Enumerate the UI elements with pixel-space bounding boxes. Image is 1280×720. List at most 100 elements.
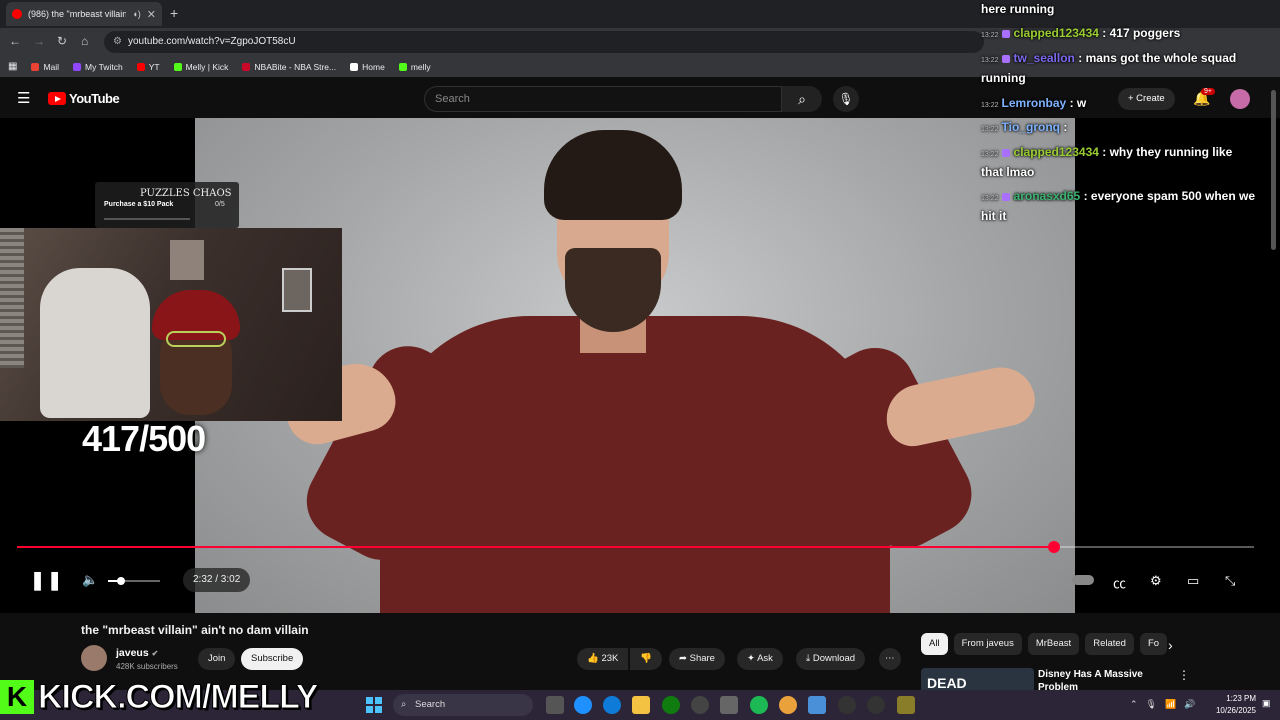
pause-button[interactable]: ❚❚ (30, 570, 64, 591)
back-arrow-icon[interactable]: ← (9, 34, 21, 48)
like-button[interactable]: 👍 23K (577, 648, 629, 670)
spotify-icon[interactable] (750, 696, 768, 714)
search-input[interactable]: Search (424, 86, 782, 112)
chat-timestamp: 13:22 (981, 57, 999, 64)
home-icon[interactable]: ⌂ (81, 34, 88, 48)
chat-message: running (981, 69, 1026, 87)
photos-icon[interactable] (808, 696, 826, 714)
scrubber-handle[interactable] (1047, 541, 1060, 553)
channel-avatar[interactable] (81, 645, 107, 671)
progress-bar[interactable] (17, 541, 1254, 553)
volume-icon[interactable]: 🔈 (82, 572, 98, 588)
chat-text: here running (981, 2, 1055, 16)
bookmark-label: Melly | Kick (185, 61, 229, 72)
filter-chip[interactable]: Fo (1139, 633, 1168, 655)
more-vert-icon[interactable]: ⋮ (1178, 668, 1190, 682)
taskbar-clock[interactable]: 1:23 PM 10/26/2025 (1206, 693, 1256, 717)
chat-username[interactable]: tw_seallon (1014, 51, 1075, 65)
ask-label: Ask (757, 653, 773, 664)
bookmark-item[interactable]: My Twitch (73, 62, 123, 72)
url-field[interactable]: ⚙ youtube.com/watch?v=ZgpoJOT58cU (104, 31, 984, 53)
menu-hamburger-icon[interactable]: ☰ (17, 91, 30, 106)
subscribe-button[interactable]: Subscribe (241, 648, 304, 670)
autoplay-toggle[interactable] (1072, 575, 1094, 585)
ask-button[interactable]: ✦ Ask (737, 648, 783, 670)
recommended-video-thumbnail[interactable]: DEAD (921, 668, 1034, 692)
youtube-logo[interactable]: YouTube (48, 91, 120, 106)
chat-badge-icon (1001, 192, 1010, 201)
sponsor-promo-card[interactable]: PUZZLES CHAOS Purchase a $10 Pack 0/5 (95, 182, 239, 228)
fullscreen-icon[interactable]: ⤡ (1225, 573, 1235, 589)
forward-arrow-icon[interactable]: → (33, 34, 45, 48)
chat-username[interactable]: Tio_gronq (1002, 120, 1060, 134)
new-tab-button[interactable]: + (170, 5, 178, 21)
chat-text: : w (1069, 96, 1087, 110)
join-button[interactable]: Join (198, 648, 236, 670)
chat-message: 13:22 Tio_gronq : (981, 118, 1067, 139)
chat-timestamp: 13:22 (981, 126, 999, 133)
download-button[interactable]: ⤓ Download (796, 648, 866, 670)
bookmark-item[interactable]: Mail (31, 62, 59, 72)
system-tray-icons[interactable]: ⌃🎙📶🔊 (1130, 699, 1203, 710)
bookmark-item[interactable]: melly (398, 61, 431, 72)
search-button[interactable]: ⌕ (782, 86, 822, 112)
channel-name[interactable]: javeus ✔ (116, 647, 158, 659)
filter-chip[interactable]: All (921, 633, 948, 655)
more-actions-button[interactable]: ⋯ (879, 648, 901, 670)
apps-grid-icon[interactable]: ▦ (8, 61, 17, 72)
chrome-icon[interactable] (779, 696, 797, 714)
kick-branding-overlay: K KICK.COM/MELLY (0, 677, 319, 717)
dislike-button[interactable]: 👎 (630, 648, 662, 670)
bookmark-favicon-icon (350, 62, 359, 71)
voice-search-button[interactable]: 🎙 (833, 86, 859, 112)
chat-username[interactable]: Lemronbay (1002, 96, 1067, 110)
bookmark-label: melly (410, 61, 431, 72)
store-icon[interactable] (720, 696, 738, 714)
settings-gear-icon[interactable]: ⚙ (1150, 573, 1162, 589)
filter-chip[interactable]: Related (1085, 633, 1134, 655)
copilot-icon[interactable] (574, 696, 592, 714)
taskbar-search[interactable]: ⌕ Search (393, 694, 533, 716)
theater-mode-icon[interactable]: ▭ (1187, 573, 1199, 589)
bookmark-item[interactable]: YT (136, 62, 160, 72)
chat-badge-icon (1001, 54, 1010, 63)
app-icon[interactable] (867, 696, 885, 714)
chevron-right-icon[interactable]: › (1168, 637, 1173, 653)
filter-chip[interactable]: MrBeast (1027, 633, 1080, 655)
windows-start-icon[interactable] (366, 697, 382, 713)
chat-timestamp: 13:22 (981, 32, 999, 39)
chat-badge-icon (1001, 148, 1010, 157)
chat-username[interactable]: aronasxd65 (1014, 189, 1081, 203)
streamer-webcam (0, 228, 342, 421)
share-button[interactable]: ➦ Share (669, 648, 725, 670)
file-explorer-icon[interactable] (632, 696, 650, 714)
media-player-icon[interactable] (838, 696, 856, 714)
page-scrollbar[interactable] (1271, 90, 1276, 250)
chat-username[interactable]: clapped123434 (1014, 26, 1099, 40)
xbox-icon[interactable] (662, 696, 680, 714)
clock-time: 1:23 PM (1226, 694, 1256, 703)
obs-icon[interactable] (691, 696, 709, 714)
recommended-video-title[interactable]: Disney Has A Massive Problem (1038, 668, 1168, 692)
filter-chip[interactable]: From javeus (953, 633, 1022, 655)
tab-close-icon[interactable]: ✕ (147, 8, 156, 21)
captions-icon[interactable]: ㏄ (1113, 573, 1126, 592)
search-icon: ⌕ (798, 91, 806, 107)
volume-handle[interactable] (117, 577, 125, 585)
browser-tab-youtube[interactable]: (986) the "mrbeast villain" ... ◖) ✕ (6, 2, 162, 26)
bookmark-favicon-icon (398, 62, 407, 71)
bookmark-item[interactable]: Home (350, 62, 385, 72)
edge-icon[interactable] (603, 696, 621, 714)
recommendation-chips: All From javeus MrBeast Related Fo (921, 633, 1168, 655)
reload-icon[interactable]: ↻ (57, 34, 67, 48)
bookmark-item[interactable]: Melly | Kick (173, 61, 229, 72)
chat-username[interactable]: clapped123434 (1014, 145, 1099, 159)
bookmark-item[interactable]: NBABite - NBA Stre... (242, 62, 336, 72)
site-info-icon[interactable]: ⚙ (113, 31, 122, 53)
goal-counter-overlay: 417/500 (82, 418, 206, 459)
volume-slider[interactable] (108, 577, 160, 585)
app-icon[interactable] (897, 696, 915, 714)
tab-audio-icon[interactable]: ◖) (132, 9, 140, 19)
task-view-icon[interactable] (546, 696, 564, 714)
notification-icon[interactable]: ▣ (1262, 698, 1271, 709)
